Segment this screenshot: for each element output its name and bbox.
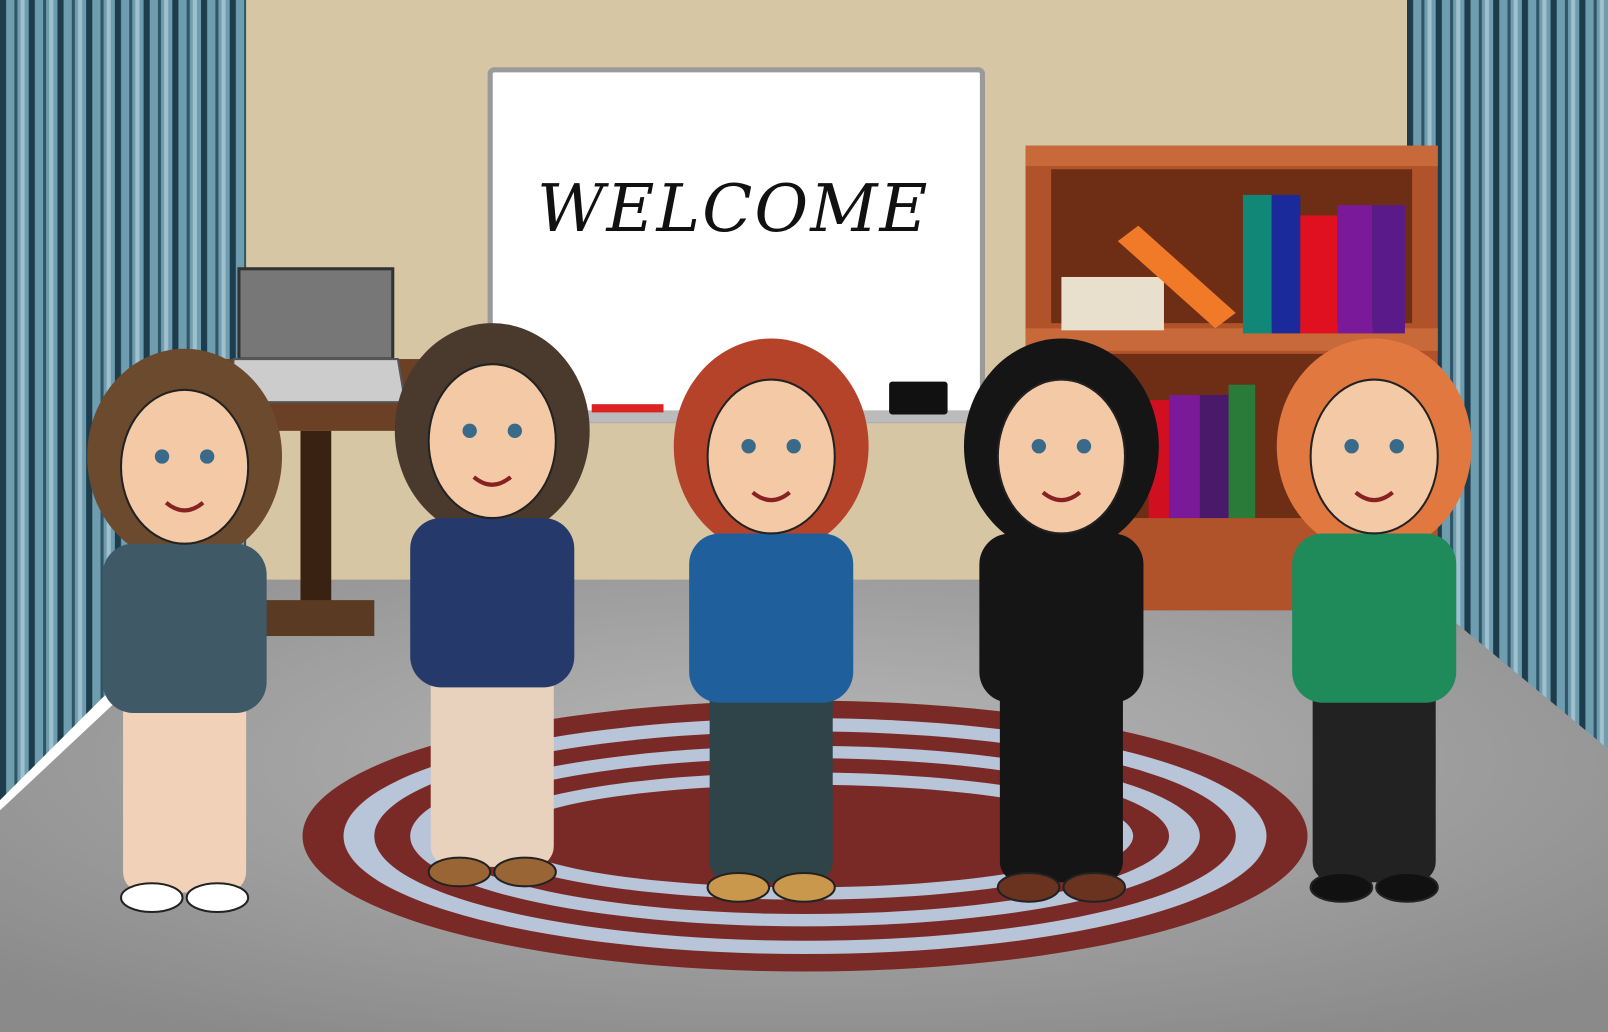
eye xyxy=(507,423,522,439)
face xyxy=(119,388,250,545)
eye xyxy=(1076,439,1092,454)
torso xyxy=(102,543,267,713)
eye xyxy=(1031,439,1047,454)
shoe xyxy=(427,856,492,888)
shoe xyxy=(493,856,557,888)
face xyxy=(427,363,557,520)
shoe xyxy=(1375,871,1439,903)
legs xyxy=(999,677,1123,883)
legs xyxy=(430,661,554,867)
torso xyxy=(979,533,1144,703)
shoe xyxy=(119,882,184,914)
face xyxy=(996,378,1127,535)
torso xyxy=(410,518,575,688)
eye xyxy=(741,439,756,454)
shoe xyxy=(1062,871,1127,903)
eye xyxy=(462,423,477,439)
shoe xyxy=(185,882,250,914)
legs xyxy=(709,677,833,883)
face xyxy=(1309,378,1439,535)
torso xyxy=(1292,533,1457,703)
eye xyxy=(1389,439,1404,454)
legs xyxy=(123,687,247,893)
legs xyxy=(1312,677,1436,883)
marker xyxy=(591,404,664,413)
shoe xyxy=(772,871,836,903)
eye xyxy=(786,439,801,454)
shoe xyxy=(706,871,771,903)
eye xyxy=(1344,439,1359,454)
eraser xyxy=(889,381,948,415)
eye xyxy=(154,449,170,464)
eye xyxy=(199,449,215,464)
shoe xyxy=(1309,871,1374,903)
whiteboard-welcome-text: WELCOME xyxy=(537,171,929,247)
torso xyxy=(689,533,854,703)
face xyxy=(706,378,836,535)
shoe xyxy=(996,871,1061,903)
bitmoji-classroom-scene: WELCOME xyxy=(0,0,1608,1032)
